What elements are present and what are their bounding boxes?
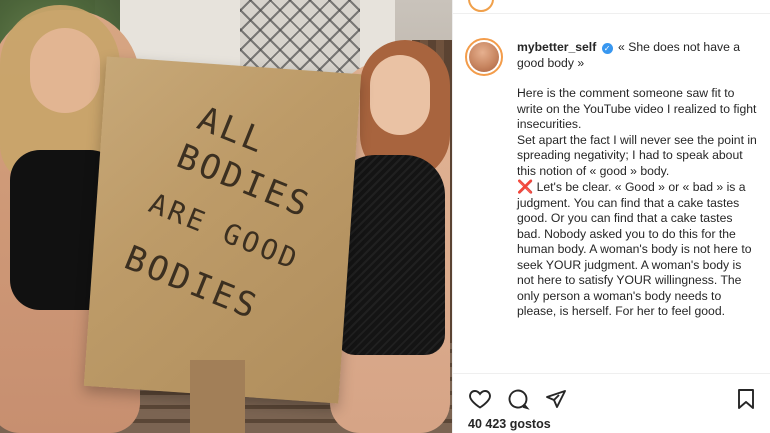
share-icon[interactable] — [543, 386, 569, 412]
caption-text: mybetter_self ✓ « She does not have a go… — [517, 40, 759, 320]
actions-divider — [453, 373, 770, 374]
avatar-photo — [469, 42, 499, 72]
caption-paragraph-3-text: Let's be clear. « Good » or « bad » is a… — [517, 180, 752, 318]
post-image[interactable]: ALL BODIES ARE GOOD BODIES — [0, 0, 452, 433]
caption-fade — [453, 353, 770, 373]
comment-icon[interactable] — [505, 386, 531, 412]
sign-stake — [190, 360, 245, 433]
cross-mark-icon: ❌ — [517, 179, 534, 194]
caption-paragraph-3: ❌ Let's be clear. « Good » or « bad » is… — [517, 179, 759, 320]
post-header-strip — [453, 0, 770, 14]
header-avatar[interactable] — [468, 0, 494, 12]
caption-paragraph-2: Set apart the fact I will never see the … — [517, 132, 757, 178]
verified-badge-icon: ✓ — [601, 43, 613, 54]
caption-paragraph-1: Here is the comment someone saw fit to w… — [517, 86, 757, 131]
caption-comment: mybetter_self ✓ « She does not have a go… — [453, 28, 770, 373]
caption-header: mybetter_self ✓ « She does not have a go… — [517, 40, 759, 71]
bookmark-icon[interactable] — [733, 386, 759, 412]
post-sidebar: mybetter_self ✓ « She does not have a go… — [452, 0, 770, 433]
action-bar — [453, 378, 770, 418]
heart-icon[interactable] — [467, 386, 493, 412]
user-avatar[interactable] — [465, 38, 503, 76]
person-right-face — [370, 55, 430, 135]
person-left-face — [30, 28, 100, 113]
username-link[interactable]: mybetter_self — [517, 40, 596, 54]
likes-count[interactable]: 40 423 gostos — [468, 417, 551, 431]
cardboard-sign: ALL BODIES ARE GOOD BODIES — [83, 56, 362, 404]
